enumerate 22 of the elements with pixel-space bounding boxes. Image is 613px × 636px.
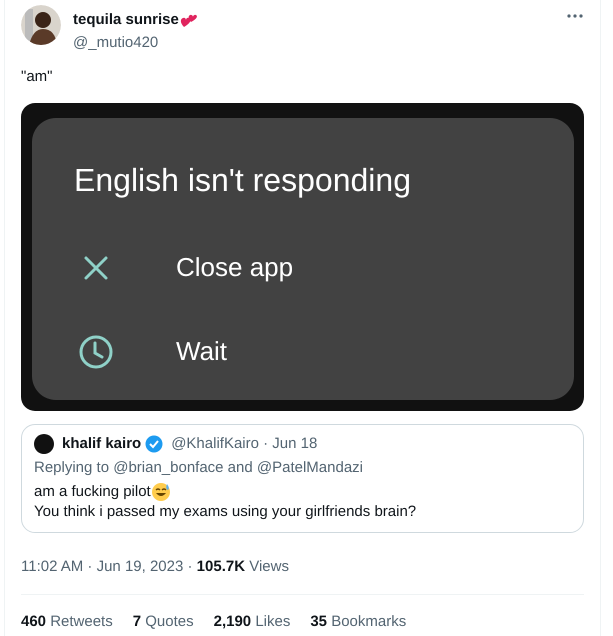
stat-link[interactable]: 7 Quotes xyxy=(132,611,194,634)
clock-icon[interactable] xyxy=(78,334,114,370)
tweet-text: "am" xyxy=(21,67,54,87)
hearts-icon xyxy=(178,12,198,28)
quoted-author-name[interactable]: khalif kairo xyxy=(62,434,142,454)
avatar[interactable] xyxy=(21,5,61,45)
author-handle[interactable]: @_mutio420 xyxy=(73,32,558,54)
quoted-text: am a fucking pilot xyxy=(34,482,151,502)
avatar xyxy=(34,434,54,454)
more-icon[interactable] xyxy=(566,13,584,19)
tweet-timestamp: 11:02 AM · Jun 19, 2023 · 105.7K Views xyxy=(21,556,290,576)
emoji-icon xyxy=(150,482,171,502)
dialog-option[interactable]: Close app xyxy=(176,248,294,287)
replying-to-text: Replying to @brian_bonface and @PatelMandazi xyxy=(34,458,364,478)
stat-link[interactable]: 35 Bookmarks xyxy=(310,611,406,634)
dialog-title: English isn't responding xyxy=(74,160,412,200)
quoted-meta[interactable]: @KhalifKairo · Jun 18 xyxy=(171,434,318,454)
author-name[interactable]: tequila sunrise xyxy=(73,9,179,32)
dialog-option[interactable]: Wait xyxy=(176,332,228,371)
quoted-text: You think i passed my exams using your girlfriends brain? xyxy=(34,502,416,522)
stat-link[interactable]: 460 Retweets xyxy=(21,611,113,634)
stat-link[interactable]: 2,190 Likes xyxy=(214,611,290,634)
